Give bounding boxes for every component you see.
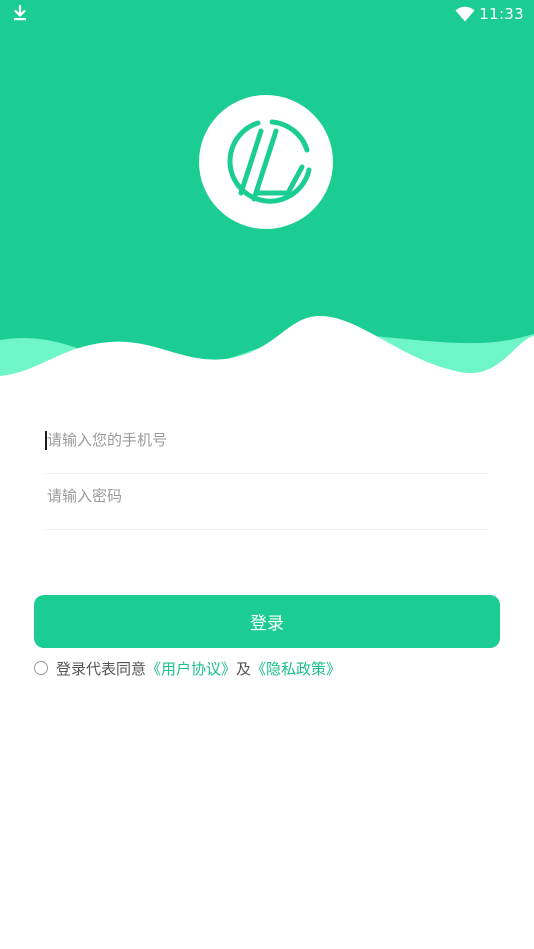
header-banner: 11:33 (0, 0, 534, 380)
status-time: 11:33 (479, 5, 524, 23)
agreement-prefix: 登录代表同意 (56, 659, 147, 678)
password-field-row (45, 473, 493, 530)
login-button[interactable]: 登录 (34, 595, 500, 648)
privacy-policy-link[interactable]: 《隐私政策》 (251, 658, 341, 679)
phone-field-row (45, 417, 493, 474)
agreement-radio[interactable] (34, 661, 48, 675)
agreement-row: 登录代表同意 《用户协议》 及 《隐私政策》 (34, 657, 341, 679)
wifi-icon (455, 6, 475, 26)
app-logo (196, 95, 336, 230)
download-icon (11, 4, 29, 26)
status-bar: 11:33 (0, 0, 534, 28)
phone-input[interactable] (45, 425, 493, 455)
agreement-conjunction: 及 (236, 659, 252, 678)
password-input[interactable] (45, 481, 493, 511)
user-agreement-link[interactable]: 《用户协议》 (146, 658, 236, 679)
